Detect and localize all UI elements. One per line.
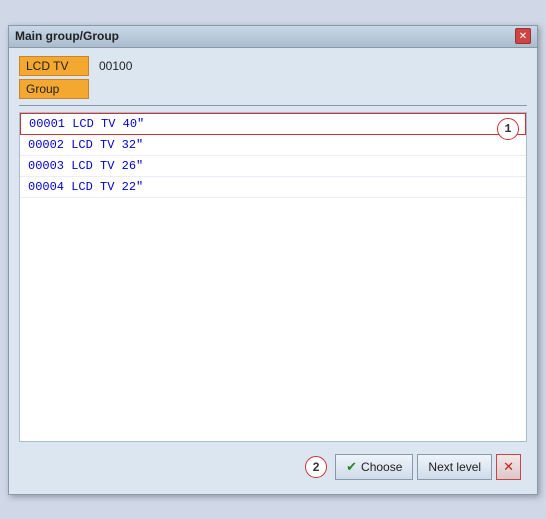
check-icon: ✔ xyxy=(346,459,357,475)
choose-label: Choose xyxy=(361,460,402,474)
window-close-button[interactable]: ✕ xyxy=(515,28,531,44)
choose-button[interactable]: ✔ Choose xyxy=(335,454,413,480)
list-item-id: 00002 xyxy=(28,138,64,152)
field-row-2: Group xyxy=(19,79,527,99)
list-item-id: 00001 xyxy=(29,117,65,131)
step1-badge: 1 xyxy=(497,118,519,140)
list-item[interactable]: 00001 LCD TV 40" 1 xyxy=(20,113,526,135)
main-window: Main group/Group ✕ LCD TV 00100 Group 00… xyxy=(8,25,538,495)
cancel-button[interactable]: ✕ xyxy=(496,454,521,480)
window-title: Main group/Group xyxy=(15,29,119,43)
field-value-lcd-tv: 00100 xyxy=(95,57,136,75)
separator xyxy=(19,105,527,106)
list-item-name: LCD TV 32" xyxy=(71,138,143,152)
next-level-label: Next level xyxy=(428,460,481,474)
list-item[interactable]: 00003 LCD TV 26" xyxy=(20,156,526,177)
footer: 2 ✔ Choose Next level ✕ xyxy=(19,450,527,486)
list-item[interactable]: 00004 LCD TV 22" xyxy=(20,177,526,198)
list-item-id: 00003 xyxy=(28,159,64,173)
item-list: 00001 LCD TV 40" 1 00002 LCD TV 32" 0000… xyxy=(19,112,527,442)
field-label-lcd-tv: LCD TV xyxy=(19,56,89,76)
next-level-button[interactable]: Next level xyxy=(417,454,492,480)
cancel-icon: ✕ xyxy=(503,459,514,475)
list-item-id: 00004 xyxy=(28,180,64,194)
title-bar: Main group/Group ✕ xyxy=(9,26,537,48)
field-row-1: LCD TV 00100 xyxy=(19,56,527,76)
main-content: LCD TV 00100 Group 00001 LCD TV 40" 1 00… xyxy=(9,48,537,494)
list-item[interactable]: 00002 LCD TV 32" xyxy=(20,135,526,156)
field-label-group: Group xyxy=(19,79,89,99)
list-item-name: LCD TV 26" xyxy=(71,159,143,173)
list-item-name: LCD TV 40" xyxy=(72,117,144,131)
step2-badge: 2 xyxy=(305,456,327,478)
field-value-group xyxy=(95,87,103,91)
list-item-name: LCD TV 22" xyxy=(71,180,143,194)
